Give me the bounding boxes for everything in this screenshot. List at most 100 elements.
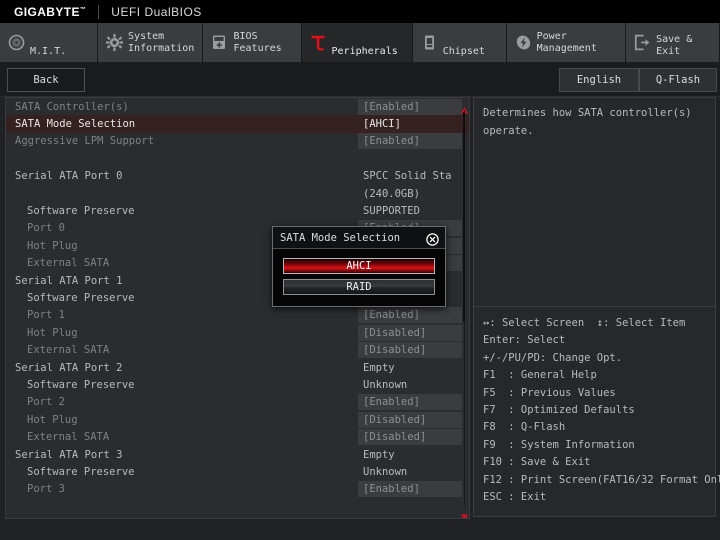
settings-row[interactable]: Software PreserveUnknown — [6, 376, 469, 393]
setting-value: SPCC Solid Sta — [358, 168, 462, 184]
main-tab-bar: M.I.T. System Information BIOS FeaturesPer… — [0, 23, 720, 62]
dialog-option-raid[interactable]: RAID — [283, 279, 435, 295]
setting-value[interactable]: [Enabled] — [358, 481, 462, 497]
setting-value[interactable]: [Enabled] — [358, 307, 462, 323]
setting-label: Software Preserve — [27, 466, 134, 478]
tab-power-management[interactable]: Power Management — [507, 23, 626, 62]
tab-chipset[interactable]: Chipset — [413, 23, 507, 62]
setting-label: SATA Controller(s) — [15, 101, 129, 113]
settings-row[interactable]: External SATA [Disabled] — [6, 428, 469, 445]
settings-row[interactable]: External SATA [Disabled] — [6, 341, 469, 358]
gigabyte-logo: GIGABYTE™ — [14, 5, 86, 19]
setting-value[interactable]: [Enabled] — [358, 99, 462, 115]
key-legend-line: F8 : Q-Flash — [483, 419, 709, 436]
setting-value[interactable]: [AHCI] — [358, 116, 462, 132]
scroll-down-arrow-icon[interactable] — [460, 507, 469, 516]
tab-m-i-t[interactable]: M.I.T. — [0, 23, 98, 62]
settings-row[interactable]: Software PreserveSUPPORTED — [6, 202, 469, 219]
setting-label: Software Preserve — [27, 379, 134, 391]
disc-icon — [8, 34, 25, 51]
settings-list: SATA Controller(s)[Enabled]SATA Mode Sel… — [5, 97, 470, 519]
setting-label: Port 2 — [27, 396, 65, 408]
secondary-toolbar: Back English Q-Flash — [0, 62, 720, 97]
qflash-button[interactable]: Q-Flash — [639, 68, 717, 92]
setting-value[interactable]: [Disabled] — [358, 412, 462, 428]
dialog-header: SATA Mode Selection — [273, 227, 445, 249]
settings-row[interactable]: Serial ATA Port 0 SPCC Solid Sta — [6, 168, 469, 185]
scroll-up-arrow-icon[interactable] — [460, 100, 469, 109]
settings-row[interactable]: Port 3[Enabled] — [6, 481, 469, 498]
key-legend-line: F12 : Print Screen(FAT16/32 Format Only) — [483, 472, 709, 489]
language-button[interactable]: English — [559, 68, 639, 92]
settings-row[interactable]: Hot Plug[Disabled] — [6, 324, 469, 341]
setting-label: Serial ATA Port 2 — [15, 362, 122, 374]
setting-label: Serial ATA Port 3 — [15, 449, 122, 461]
key-legend-line: Enter: Select — [483, 332, 709, 349]
trademark-icon: ™ — [80, 7, 86, 13]
settings-row[interactable]: (240.0GB) — [6, 185, 469, 202]
setting-value[interactable]: [Enabled] — [358, 394, 462, 410]
bios-screen: GIGABYTE™ UEFI DualBIOS M.I.T. System Inf… — [0, 0, 720, 540]
settings-row[interactable]: Serial ATA Port 2 Empty — [6, 359, 469, 376]
key-legend-line: ESC : Exit — [483, 489, 709, 506]
key-legend-line: F7 : Optimized Defaults — [483, 402, 709, 419]
tab-peripherals[interactable]: Peripherals — [302, 23, 413, 62]
settings-row[interactable]: Port 2 [Enabled] — [6, 394, 469, 411]
setting-value[interactable]: [Disabled] — [358, 429, 462, 445]
tab-save-exit[interactable]: Save & Exit — [626, 23, 720, 62]
brand-subtitle: UEFI DualBIOS — [111, 5, 202, 19]
tab-label: System Information — [128, 31, 194, 54]
setting-label: Aggressive LPM Support — [15, 135, 154, 147]
help-divider — [474, 306, 715, 307]
settings-row[interactable]: Serial ATA Port 3 Empty — [6, 446, 469, 463]
settings-row[interactable]: Aggressive LPM Support [Enabled] — [6, 133, 469, 150]
setting-label: Hot Plug — [27, 240, 78, 252]
content-area: SATA Controller(s)[Enabled]SATA Mode Sel… — [0, 97, 720, 540]
setting-label: Serial ATA Port 0 — [15, 170, 122, 182]
tab-system-information[interactable]: System Information — [98, 23, 203, 62]
back-button[interactable]: Back — [7, 68, 85, 92]
settings-row — [6, 150, 469, 167]
setting-label: Software Preserve — [27, 292, 134, 304]
setting-label: External SATA — [27, 344, 109, 356]
dialog-option-ahci[interactable]: AHCI — [283, 258, 435, 274]
settings-row[interactable]: Software PreserveUnknown — [6, 463, 469, 480]
help-description-line: operate. — [483, 123, 708, 141]
setting-value[interactable]: [Disabled] — [358, 342, 462, 358]
dialog-options: AHCI RAID — [273, 249, 445, 295]
settings-row[interactable]: SATA Controller(s) [Enabled] — [6, 98, 469, 115]
setting-label: Software Preserve — [27, 205, 134, 217]
key-legend-line: F1 : General Help — [483, 367, 709, 384]
list-scrollbar[interactable] — [458, 98, 470, 518]
settings-row[interactable]: Port 1 [Enabled] — [6, 307, 469, 324]
key-legend: ↔: Select Screen ↕: Select ItemEnter: Se… — [474, 310, 715, 506]
setting-label: Port 1 — [27, 309, 65, 321]
scroll-thumb[interactable] — [463, 112, 465, 322]
help-panel: Determines how SATA controller(s)operate… — [473, 97, 716, 517]
chipset-icon — [421, 34, 438, 51]
power-bolt-icon — [515, 34, 532, 51]
tab-label: M.I.T. — [30, 46, 66, 63]
key-legend-line: F10 : Save & Exit — [483, 454, 709, 471]
settings-row[interactable]: SATA Mode Selection[AHCI] — [6, 115, 469, 132]
setting-value: (240.0GB) — [358, 186, 462, 202]
dialog-title: SATA Mode Selection — [273, 232, 400, 244]
setting-value: Empty — [358, 447, 462, 463]
setting-label: Port 0 — [27, 222, 65, 234]
setting-value: Empty — [358, 360, 462, 376]
brand-bar: GIGABYTE™ UEFI DualBIOS — [0, 0, 720, 23]
key-legend-line: +/-/PU/PD: Change Opt. — [483, 350, 709, 367]
exit-arrow-icon — [634, 34, 651, 51]
close-circle-icon[interactable] — [426, 231, 439, 244]
setting-value[interactable]: [Disabled] — [358, 325, 462, 341]
key-legend-line: ↔: Select Screen ↕: Select Item — [483, 315, 709, 332]
setting-label: Serial ATA Port 1 — [15, 275, 122, 287]
gigabyte-logo-text: GIGABYTE — [14, 5, 80, 19]
setting-label: External SATA — [27, 431, 109, 443]
settings-row[interactable]: Hot Plug[Disabled] — [6, 411, 469, 428]
tab-label: Save & Exit — [656, 34, 710, 62]
key-legend-line: F5 : Previous Values — [483, 385, 709, 402]
tab-bios-features[interactable]: BIOS Features — [203, 23, 301, 62]
setting-value[interactable]: [Enabled] — [358, 133, 462, 149]
tab-label: Chipset — [443, 46, 485, 63]
